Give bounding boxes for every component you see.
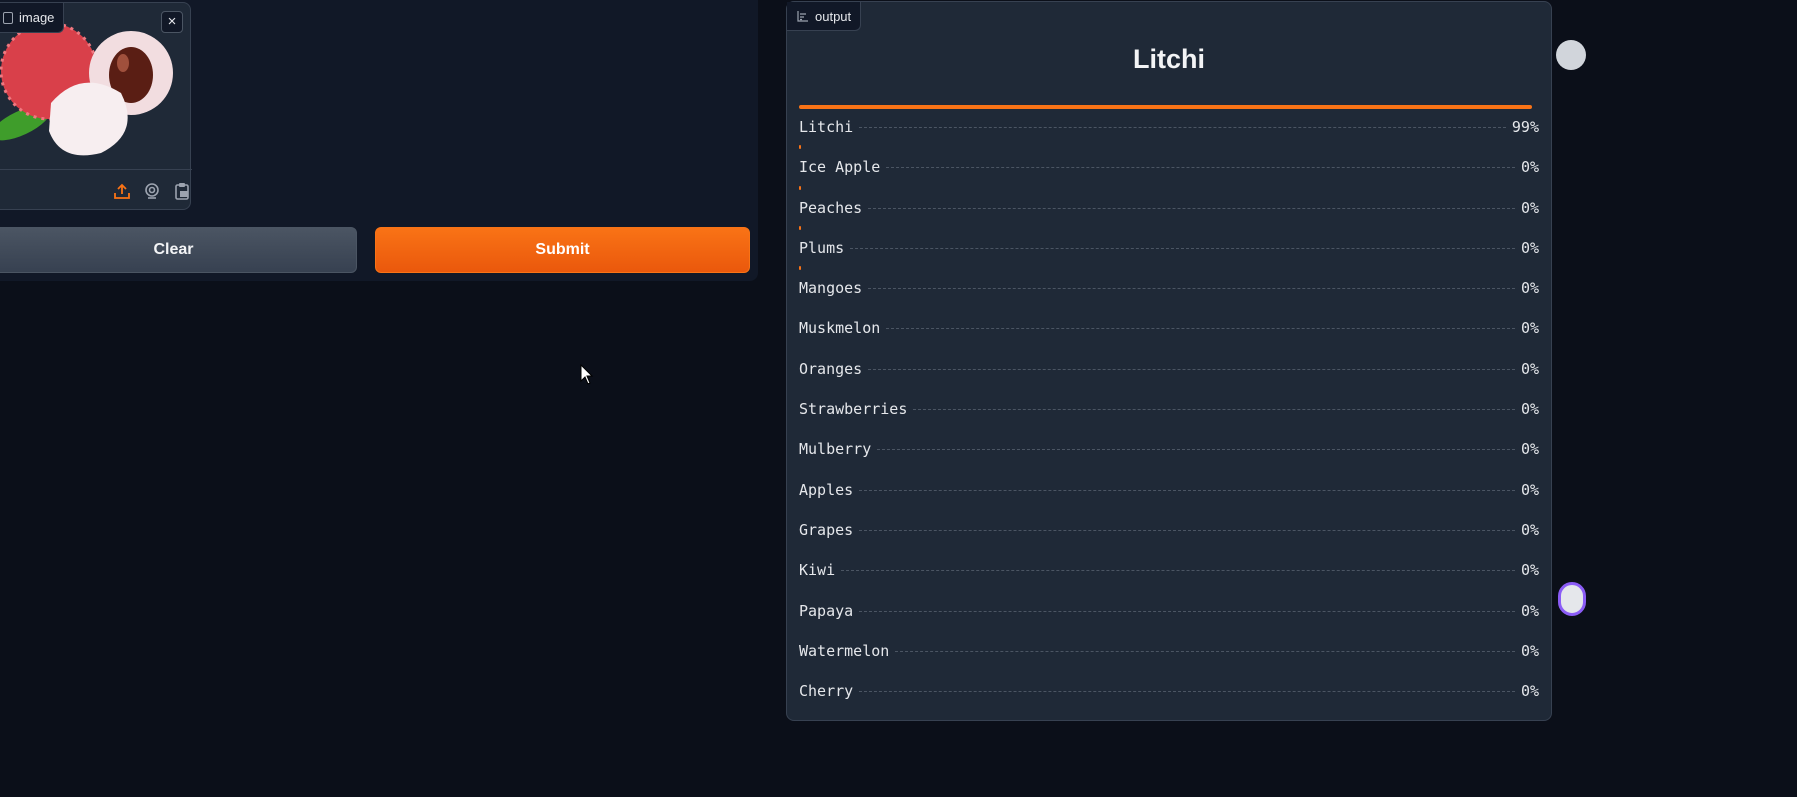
confidence-percent: 99% (1511, 118, 1539, 136)
confidence-row: Cherry 0% (799, 669, 1539, 709)
confidence-percent: 0% (1520, 359, 1539, 378)
leader-dots (868, 207, 1515, 209)
image-label-text: image (19, 10, 55, 25)
confidence-bar (799, 145, 801, 150)
confidence-percent: 0% (1520, 440, 1539, 459)
confidence-row: Muskmelon 0% (799, 306, 1539, 346)
confidence-percent: 0% (1520, 279, 1539, 298)
confidence-row: Kiwi 0% (799, 548, 1539, 588)
confidence-bar (799, 266, 801, 271)
predicted-label: Litchi (1133, 44, 1205, 74)
leader-dots (886, 167, 1515, 169)
mouse-cursor-icon (580, 364, 594, 385)
confidence-label: Mulberry (799, 440, 872, 459)
chart-icon (797, 10, 808, 22)
confidence-label: Muskmelon (799, 319, 881, 338)
confidence-label: Papaya (799, 601, 854, 620)
confidence-percent: 0% (1520, 158, 1539, 177)
confidence-percent: 0% (1520, 400, 1539, 419)
confidence-percent: 0% (1520, 520, 1539, 539)
leader-dots (859, 127, 1506, 128)
confidence-list: Litchi 99% Ice Apple 0% Peaches 0% Plums 0% Mang… (799, 105, 1539, 709)
confidence-label: Cherry (799, 682, 854, 701)
confidence-percent: 0% (1520, 238, 1539, 257)
confidence-bar (799, 225, 801, 230)
avatar[interactable] (1556, 40, 1586, 70)
confidence-percent: 0% (1520, 682, 1539, 701)
clipboard-icon[interactable] (173, 182, 191, 200)
confidence-percent: 0% (1520, 601, 1539, 620)
remove-image-button[interactable]: × (161, 11, 183, 33)
webcam-icon[interactable] (143, 182, 161, 200)
confidence-row: Papaya 0% (799, 589, 1539, 629)
confidence-row: Apples 0% (799, 468, 1539, 508)
confidence-percent: 0% (1520, 641, 1539, 660)
confidence-label: Apples (799, 480, 854, 499)
litchi-image (0, 21, 173, 156)
confidence-label: Grapes (799, 520, 854, 539)
confidence-label: Peaches (799, 198, 863, 217)
confidence-row: Peaches 0% (799, 185, 1539, 226)
confidence-label: Watermelon (799, 641, 890, 660)
source-selector (0, 169, 192, 211)
leader-dots (877, 449, 1515, 451)
confidence-row: Ice Apple 0% (799, 145, 1539, 185)
confidence-label: Litchi (799, 118, 854, 136)
confidence-label: Mangoes (799, 279, 863, 298)
leader-dots (859, 489, 1515, 491)
confidence-label: Oranges (799, 359, 863, 378)
confidence-percent: 0% (1520, 480, 1539, 499)
floating-badge-icon[interactable] (1558, 582, 1586, 616)
output-label: output (787, 2, 862, 31)
confidence-label: Strawberries (799, 400, 908, 419)
output-label-text: output (815, 8, 852, 24)
confidence-percent: 0% (1520, 319, 1539, 338)
confidence-label: Ice Apple (799, 158, 881, 177)
confidence-percent: 0% (1520, 561, 1539, 580)
confidence-row: Oranges 0% (799, 347, 1539, 387)
confidence-row: Strawberries 0% (799, 387, 1539, 427)
leader-dots (868, 288, 1515, 290)
submit-button[interactable]: Submit (375, 227, 750, 273)
confidence-row: Watermelon 0% (799, 629, 1539, 669)
upload-icon[interactable] (113, 182, 131, 200)
image-label: image (0, 3, 65, 33)
image-icon (3, 11, 13, 24)
leader-dots (895, 650, 1515, 652)
confidence-label: Kiwi (799, 561, 836, 580)
leader-dots (841, 570, 1515, 572)
leader-dots (859, 691, 1515, 693)
confidence-row: Mangoes 0% (799, 266, 1539, 306)
leader-dots (859, 610, 1515, 612)
output-panel: output Litchi Litchi 99% Ice Apple 0% Peache… (786, 1, 1552, 721)
confidence-row: Grapes 0% (799, 508, 1539, 548)
leader-dots (868, 368, 1515, 370)
leader-dots (850, 247, 1515, 249)
confidence-bar (799, 105, 1532, 109)
confidence-percent: 0% (1520, 198, 1539, 217)
confidence-row: Plums 0% (799, 225, 1539, 266)
leader-dots (886, 328, 1515, 330)
confidence-label: Plums (799, 238, 845, 257)
confidence-bar (799, 185, 801, 190)
clear-button[interactable]: Clear (0, 227, 357, 273)
leader-dots (913, 409, 1515, 411)
confidence-row: Mulberry 0% (799, 427, 1539, 467)
leader-dots (859, 529, 1515, 531)
confidence-row: Litchi 99% (799, 105, 1539, 145)
image-input[interactable]: image × (0, 2, 192, 211)
